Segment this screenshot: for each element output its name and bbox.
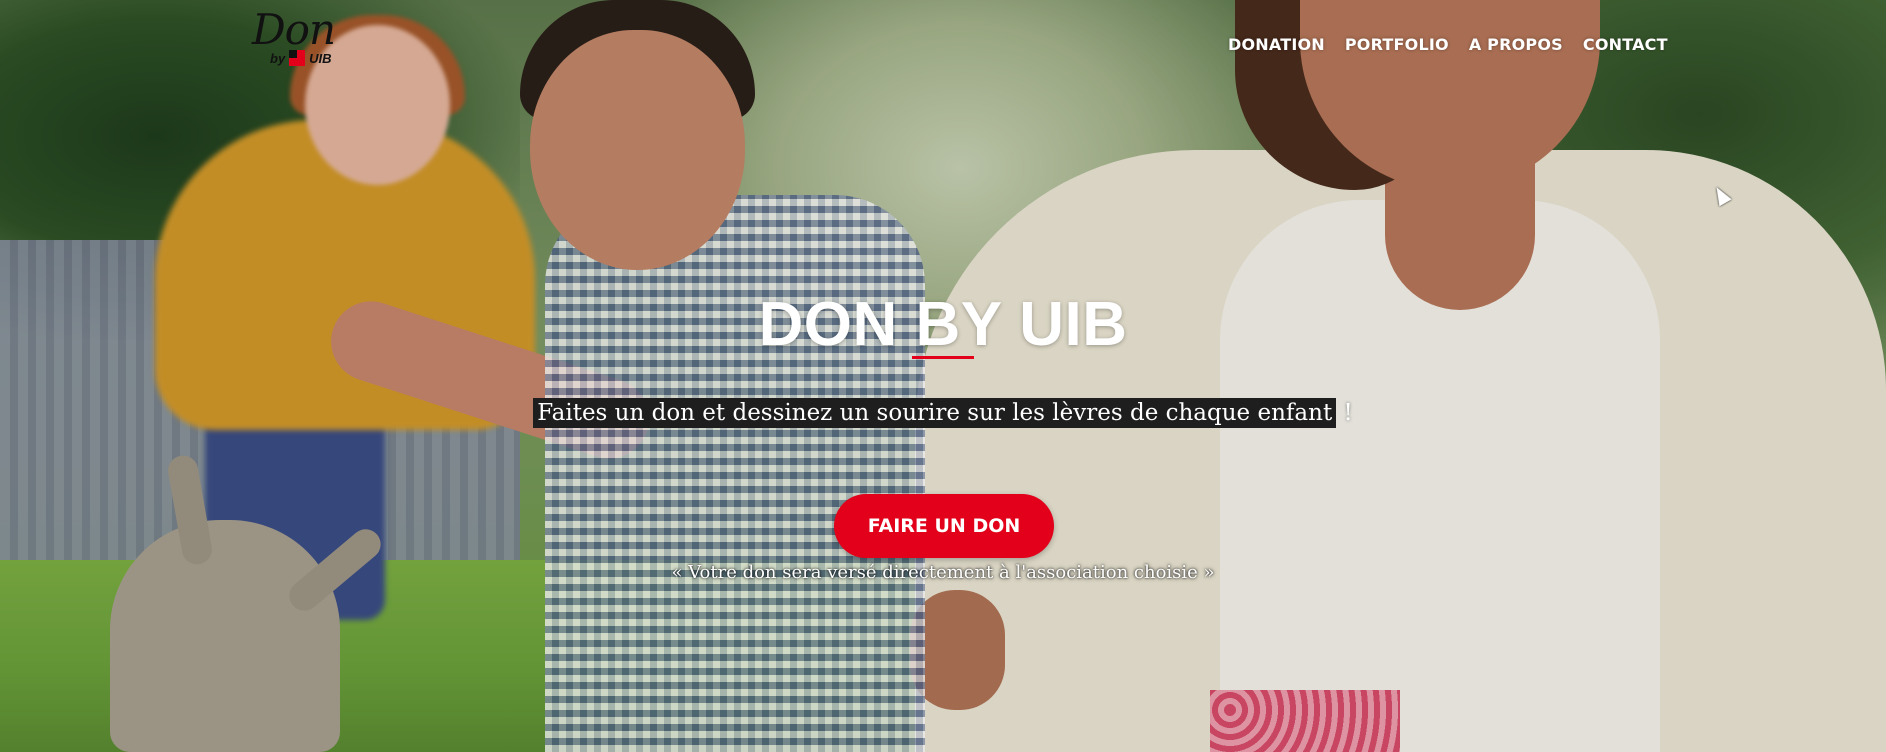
hero-overlay (0, 0, 1886, 752)
nav-item-portfolio[interactable]: PORTFOLIO (1345, 35, 1449, 54)
donation-note: « Votre don sera versé directement à l'a… (671, 562, 1215, 583)
logo-wordmark: Don (252, 5, 336, 54)
hero-title: DON BY UIB (758, 289, 1128, 359)
hero-tagline: Faites un don et dessinez un sourire sur… (0, 396, 1886, 430)
donate-button[interactable]: FAIRE UN DON (834, 494, 1054, 558)
title-divider (912, 356, 974, 359)
site-logo[interactable]: Don by UIB (252, 5, 352, 78)
tagline-highlight: Faites un don et dessinez un sourire sur… (533, 398, 1337, 428)
nav-item-donation[interactable]: DONATION (1228, 35, 1325, 54)
main-nav: DONATION PORTFOLIO A PROPOS CONTACT (1228, 35, 1668, 54)
nav-item-contact[interactable]: CONTACT (1583, 35, 1668, 54)
logo-by: by (270, 50, 286, 66)
tagline-end: ! (1336, 400, 1353, 426)
uib-square-logo-icon (289, 50, 306, 66)
hero-section: Don by UIB DONATION PORTFOLIO A PROPOS C… (0, 0, 1886, 752)
logo-brand: UIB (309, 50, 332, 66)
nav-item-a-propos[interactable]: A PROPOS (1469, 35, 1563, 54)
logo-subline: by UIB (270, 50, 352, 66)
